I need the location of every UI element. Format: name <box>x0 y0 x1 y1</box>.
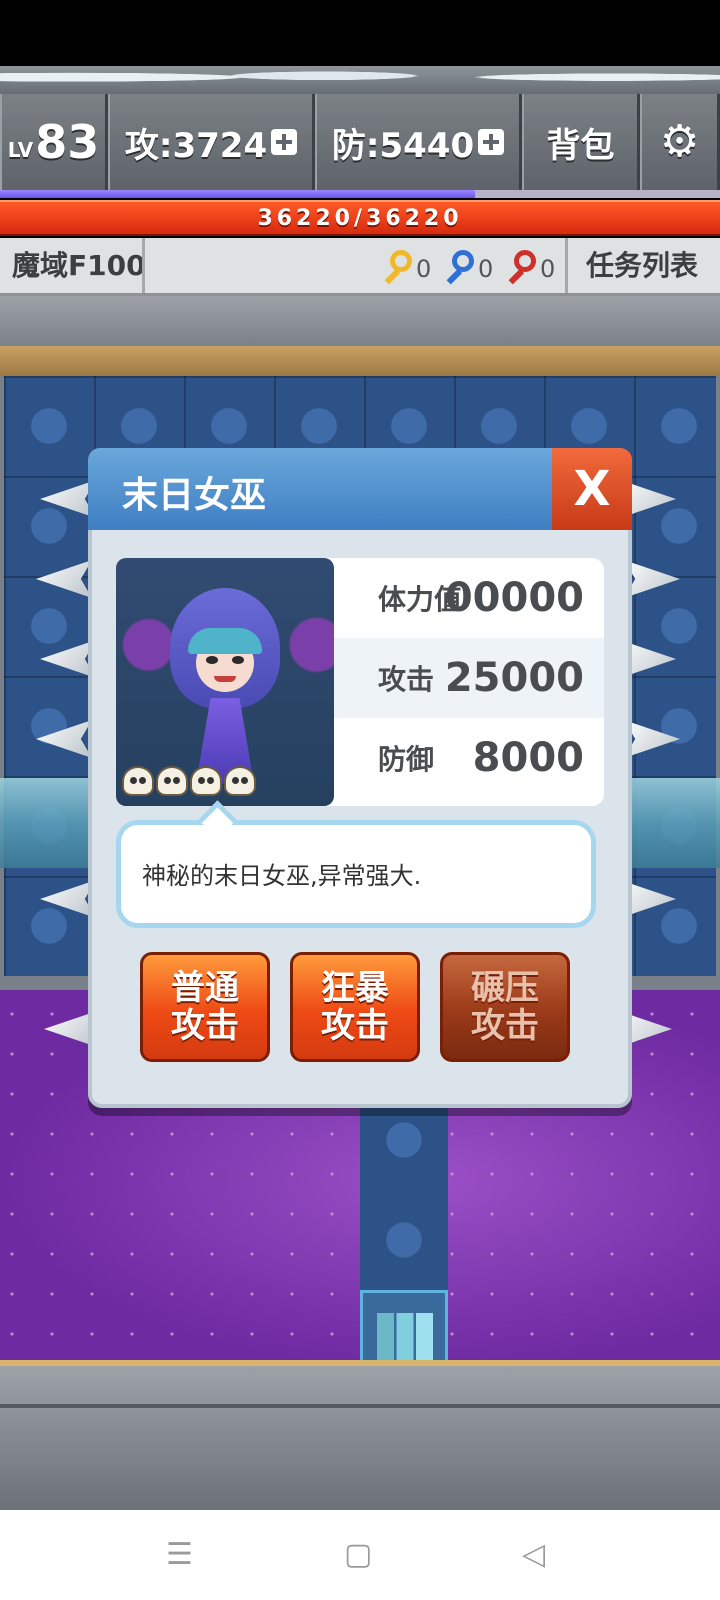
level-value: 83 <box>35 115 100 169</box>
button-label: 碾压 <box>471 968 539 1008</box>
yellow-key-icon <box>380 250 414 285</box>
map-frame-top <box>0 296 720 346</box>
attack-value: 攻:3724 <box>124 125 268 166</box>
normal-attack-button[interactable]: 普通 攻击 <box>140 952 270 1062</box>
button-label: 狂暴 <box>321 968 389 1008</box>
map-frame-bottom <box>0 1366 720 1510</box>
board-frame <box>0 346 720 376</box>
plus-icon <box>271 129 298 155</box>
stat-value: 8000 <box>472 735 584 781</box>
stat-label: 攻击 <box>378 663 435 696</box>
button-label: 攻击 <box>171 1006 239 1046</box>
stat-row-defense: 防御 8000 <box>334 718 604 798</box>
description-text: 神秘的末日女巫,异常强大. <box>142 862 422 890</box>
divider <box>565 238 568 293</box>
hp-value: 36220/36220 <box>257 205 463 231</box>
stat-row-hp: 体力值 00000 <box>334 558 604 638</box>
hair <box>188 628 262 654</box>
gear-icon: ⚙ <box>659 116 700 167</box>
skull-icon <box>122 766 154 796</box>
floor-label: 魔域F100 <box>12 249 146 282</box>
crush-attack-button[interactable]: 碾压 攻击 <box>440 952 570 1062</box>
stat-row-attack: 攻击 25000 <box>334 638 604 718</box>
hp-bar: 36220/36220 <box>0 200 720 236</box>
skull-icon <box>156 766 188 796</box>
cloud-decoration <box>0 66 720 94</box>
home-icon[interactable]: ▢ <box>344 1540 372 1570</box>
status-bar <box>0 0 720 66</box>
stat-value: 25000 <box>444 655 584 701</box>
stat-label: 防御 <box>378 743 435 776</box>
eye <box>232 656 244 664</box>
bag-button[interactable]: 背包 <box>522 94 640 190</box>
task-list-button[interactable]: 任务列表 <box>586 238 698 293</box>
level-prefix: LV <box>7 138 34 162</box>
menu-icon[interactable]: ☰ <box>166 1540 193 1570</box>
settings-button[interactable]: ⚙ <box>640 94 720 190</box>
button-label: 普通 <box>171 968 239 1008</box>
button-label: 攻击 <box>471 1006 539 1046</box>
blue-key-icon <box>442 250 476 285</box>
button-label: 攻击 <box>321 1006 389 1046</box>
witch-portrait <box>116 558 334 806</box>
attack-stat-button[interactable]: 攻:3724 <box>108 94 315 190</box>
info-row: 魔域F100 0 0 0 任务列表 <box>0 238 720 296</box>
close-button[interactable]: X <box>552 448 632 530</box>
stat-value: 00000 <box>444 575 584 621</box>
red-key-icon <box>504 250 538 285</box>
xp-bar-fill <box>0 190 476 198</box>
defense-stat-button[interactable]: 防:5440 <box>315 94 522 190</box>
yellow-key-count: 0 <box>416 255 432 283</box>
skull-icon <box>190 766 222 796</box>
mouth <box>214 676 236 682</box>
defense-value: 防:5440 <box>331 125 475 166</box>
bag-label: 背包 <box>546 125 615 166</box>
divider <box>142 238 145 293</box>
eye <box>206 656 218 664</box>
blue-key-count: 0 <box>478 255 494 283</box>
skull-icon <box>224 766 256 796</box>
dialog-title: 末日女巫 <box>122 475 267 516</box>
plus-icon <box>478 129 505 155</box>
level-display: LV 83 <box>0 94 108 190</box>
stat-bar: LV 83 攻:3724 防:5440 背包 ⚙ <box>0 94 720 190</box>
red-key-count: 0 <box>540 255 556 283</box>
system-nav-bar: ☰ ▢ ◁ <box>0 1510 720 1600</box>
back-icon[interactable]: ◁ <box>522 1540 545 1570</box>
berserk-attack-button[interactable]: 狂暴 攻击 <box>290 952 420 1062</box>
